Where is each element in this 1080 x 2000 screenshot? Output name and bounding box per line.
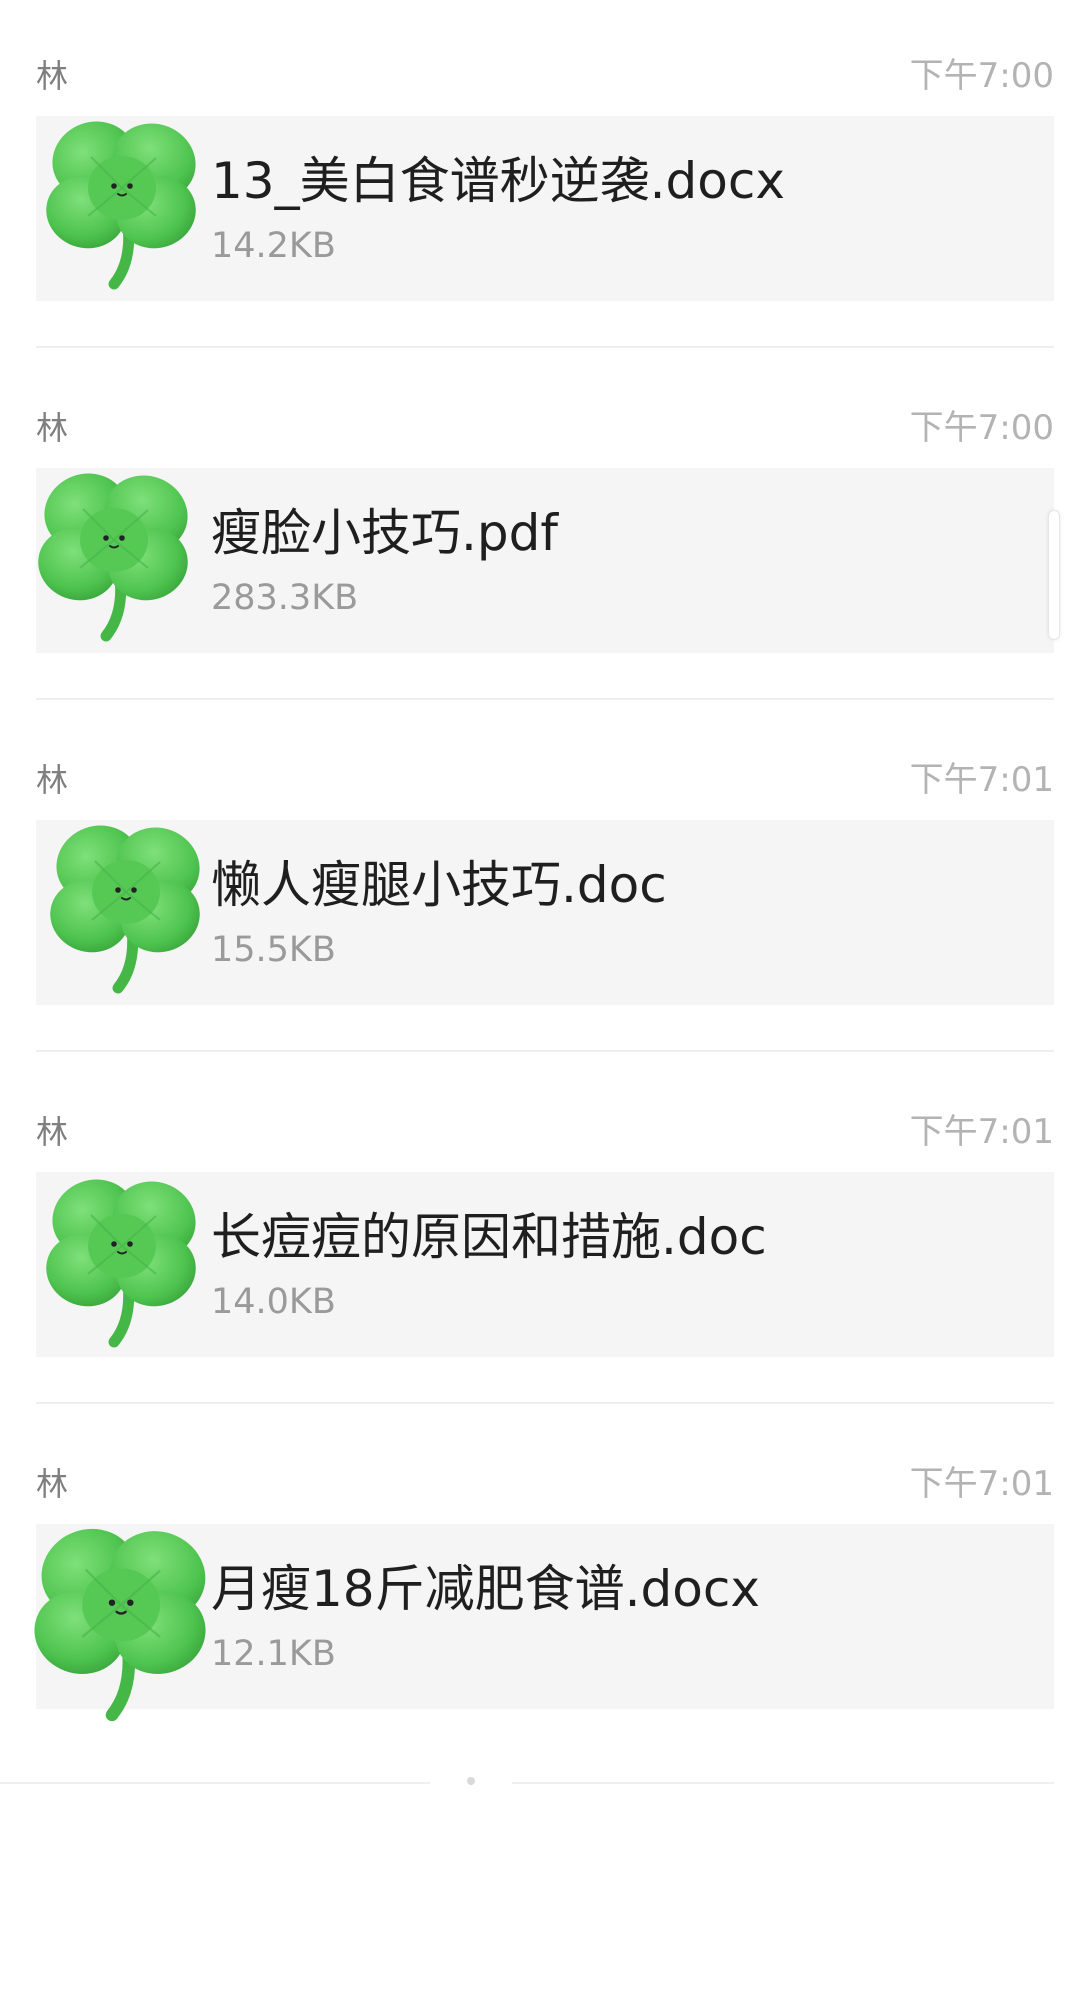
file-name: 懒人瘦腿小技巧.doc — [211, 856, 667, 914]
scrollbar[interactable] — [1048, 510, 1060, 640]
divider — [36, 346, 1054, 348]
sender-name: 林 — [36, 761, 69, 799]
message-time: 下午7:00 — [909, 408, 1054, 448]
message-time: 下午7:01 — [909, 760, 1054, 800]
file-name: 长痘痘的原因和措施.doc — [211, 1208, 767, 1266]
file-size: 14.2KB — [211, 226, 336, 266]
file-size: 15.5KB — [211, 930, 336, 970]
divider — [36, 1050, 1054, 1052]
four-leaf-clover-icon — [22, 1518, 218, 1724]
file-size: 12.1KB — [211, 1634, 336, 1674]
four-leaf-clover-icon — [36, 112, 206, 292]
file-size: 283.3KB — [211, 578, 359, 618]
divider — [36, 1402, 1054, 1404]
sender-name: 林 — [36, 57, 69, 95]
file-message: 林 下午7:00 13_美白食谱秒逆袭.docx 14.2KB — [0, 16, 1080, 368]
file-message: 林 下午7:00 瘦脸小技巧.pdf 283.3KB — [0, 368, 1080, 720]
divider — [512, 1782, 1054, 1784]
message-time: 下午7:01 — [909, 1464, 1054, 1504]
sender-name: 林 — [36, 409, 69, 447]
file-name: 瘦脸小技巧.pdf — [211, 504, 558, 562]
sender-name: 林 — [36, 1465, 69, 1503]
divider — [0, 1782, 430, 1784]
message-time: 下午7:00 — [909, 56, 1054, 96]
file-size: 14.0KB — [211, 1282, 336, 1322]
four-leaf-clover-icon — [36, 1170, 206, 1350]
four-leaf-clover-icon — [28, 464, 198, 644]
file-name: 13_美白食谱秒逆袭.docx — [211, 152, 785, 210]
four-leaf-clover-icon — [40, 816, 210, 996]
file-message: 林 下午7:01 长痘痘的原因和措施.doc 14.0KB — [0, 1072, 1080, 1424]
loading-dot — [467, 1777, 475, 1785]
divider — [36, 698, 1054, 700]
sender-name: 林 — [36, 1113, 69, 1151]
file-message: 林 下午7:01 月瘦18斤减肥食谱.docx 12.1KB — [0, 1424, 1080, 1776]
message-time: 下午7:01 — [909, 1112, 1054, 1152]
file-message: 林 下午7:01 懒人瘦腿小技巧.doc 15.5KB — [0, 720, 1080, 1072]
file-name: 月瘦18斤减肥食谱.docx — [211, 1560, 760, 1618]
